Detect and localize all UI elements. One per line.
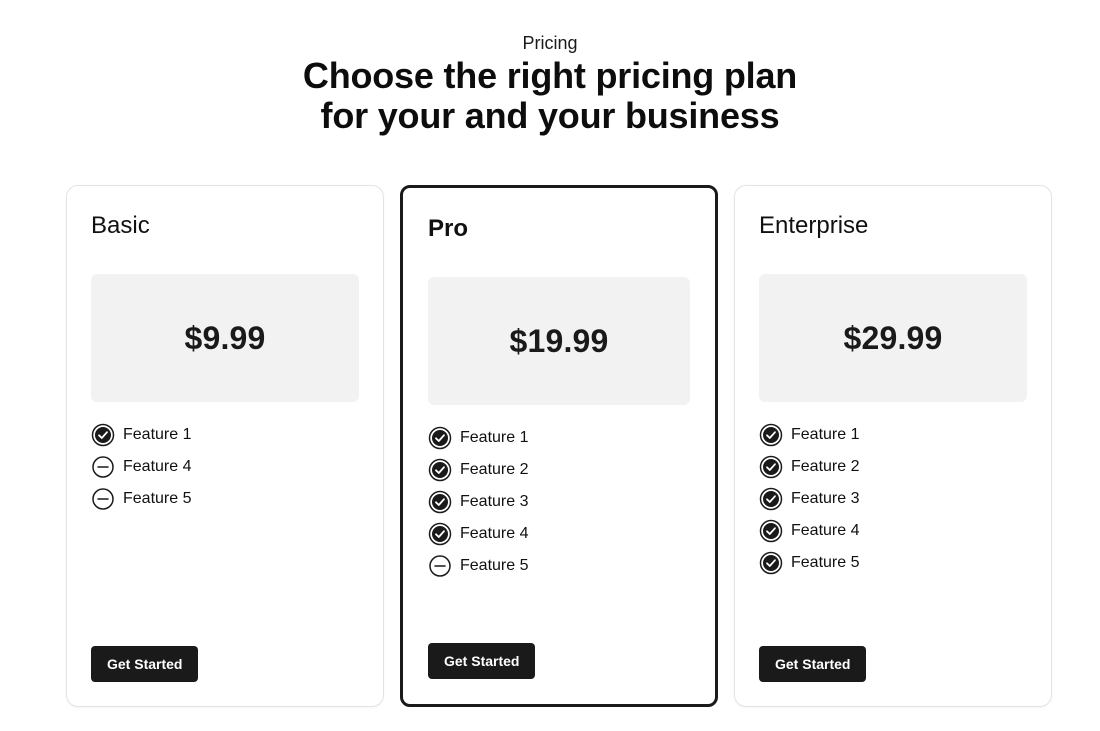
feature-list: Feature 1 Feature 2 Feature 3 Feature 4 … (759, 419, 859, 579)
pricing-eyebrow: Pricing (522, 33, 578, 53)
feature-label: Feature 1 (123, 426, 192, 443)
feature-item: Feature 1 (91, 419, 191, 451)
check-circle-icon (759, 519, 783, 543)
page-title-line-1: Choose the right pricing plan (302, 55, 798, 96)
check-circle-icon (759, 551, 783, 575)
feature-item: Feature 1 (428, 422, 528, 454)
feature-label: Feature 2 (460, 461, 529, 478)
feature-label: Feature 3 (791, 490, 860, 507)
check-circle-icon (759, 423, 783, 447)
feature-label: Feature 5 (123, 490, 192, 507)
feature-label: Feature 2 (791, 458, 860, 475)
plan-price: $29.99 (843, 319, 943, 356)
feature-label: Feature 5 (460, 557, 529, 574)
feature-list: Feature 1 Feature 2 Feature 3 Feature 4 … (428, 422, 528, 582)
plan-name: Pro (428, 215, 469, 242)
plan-price: $19.99 (509, 322, 609, 359)
feature-item: Feature 4 (428, 518, 528, 550)
feature-item: Feature 4 (759, 515, 859, 547)
check-circle-icon (428, 490, 452, 514)
plan-price: $9.99 (184, 319, 266, 356)
feature-list: Feature 1 Feature 4 Feature 5 (91, 419, 191, 515)
check-circle-icon (759, 455, 783, 479)
check-circle-icon (428, 522, 452, 546)
plan-card-pro: Pro $19.99 Feature 1 Feature 2 Feature 3 (400, 185, 718, 707)
minus-circle-icon (91, 487, 115, 511)
feature-label: Feature 4 (791, 522, 860, 539)
feature-item: Feature 1 (759, 419, 859, 451)
get-started-button[interactable]: Get Started (428, 643, 536, 679)
plan-name: Basic (91, 212, 150, 239)
feature-item: Feature 3 (428, 486, 528, 518)
feature-item: Feature 3 (759, 483, 859, 515)
check-circle-icon (428, 426, 452, 450)
feature-label: Feature 3 (460, 493, 529, 510)
feature-label: Feature 1 (791, 426, 860, 443)
minus-circle-icon (428, 554, 452, 578)
check-circle-icon (91, 423, 115, 447)
feature-item: Feature 4 (91, 451, 191, 483)
price-box: $19.99 (428, 277, 690, 405)
plan-card-basic: Basic $9.99 Feature 1 Feature 4 Feature … (66, 185, 384, 707)
feature-label: Feature 1 (460, 429, 529, 446)
price-box: $9.99 (91, 274, 359, 402)
get-started-button[interactable]: Get Started (759, 646, 867, 682)
feature-item: Feature 5 (759, 547, 859, 579)
get-started-button[interactable]: Get Started (91, 646, 199, 682)
minus-circle-icon (91, 455, 115, 479)
feature-item: Feature 5 (428, 550, 528, 582)
plan-name: Enterprise (759, 212, 869, 239)
feature-label: Feature 4 (460, 525, 529, 542)
feature-label: Feature 4 (123, 458, 192, 475)
feature-label: Feature 5 (791, 554, 860, 571)
plan-card-enterprise: Enterprise $29.99 Feature 1 Feature 2 Fe… (734, 185, 1052, 707)
page-title: Choose the right pricing plan for your a… (0, 56, 1100, 136)
feature-item: Feature 5 (91, 483, 191, 515)
check-circle-icon (759, 487, 783, 511)
page-title-line-2: for your and your business (320, 95, 780, 136)
feature-item: Feature 2 (759, 451, 859, 483)
price-box: $29.99 (759, 274, 1027, 402)
feature-item: Feature 2 (428, 454, 528, 486)
check-circle-icon (428, 458, 452, 482)
